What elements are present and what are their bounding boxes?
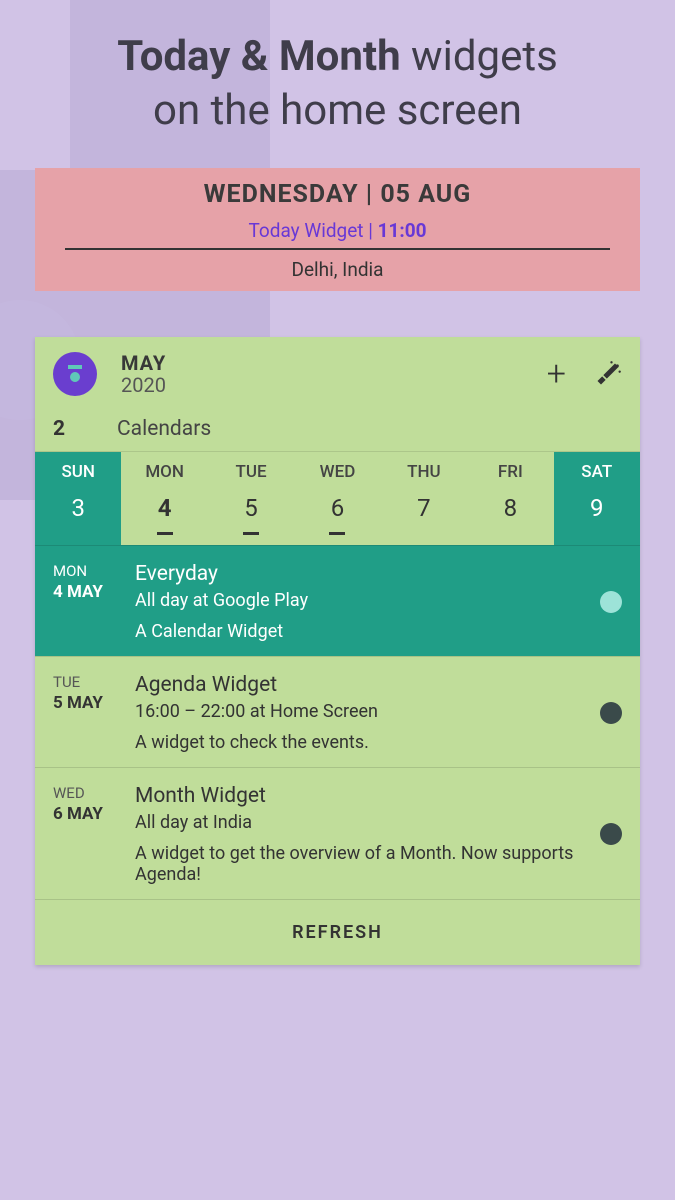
headline: Today & Month widgets on the home screen [0, 0, 675, 148]
day-column[interactable]: SUN 3 [35, 452, 121, 545]
month-title[interactable]: MAY 2020 [121, 351, 547, 397]
headline-light-2: on the home screen [153, 86, 522, 135]
refresh-button[interactable]: REFRESH [35, 899, 640, 965]
event-main: Month Widget All day at India A widget to … [135, 784, 590, 885]
event-date: 4 MAY [53, 582, 135, 602]
headline-bold: Today & Month [117, 32, 400, 81]
calendar-label: Calendars [117, 417, 211, 441]
day-event-indicator [157, 532, 173, 535]
event-row[interactable]: WED 6 MAYMonth Widget All day at India A wi… [35, 767, 640, 899]
day-column[interactable]: MON 4 [121, 452, 207, 545]
event-date-column: TUE 5 MAY [53, 673, 135, 753]
event-row[interactable]: MON 4 MAYEveryday All day at Google Play A … [35, 545, 640, 656]
event-description: A Calendar Widget [135, 621, 590, 642]
divider [65, 248, 610, 250]
event-main: Agenda Widget 16:00 – 22:00 at Home Scree… [135, 673, 590, 753]
day-event-indicator [329, 532, 345, 535]
day-name: SUN [35, 462, 121, 482]
event-title: Month Widget [135, 784, 590, 808]
today-event-label: Today Widget | [248, 219, 377, 242]
day-name: TUE [208, 462, 294, 482]
day-column[interactable]: TUE 5 [208, 452, 294, 545]
today-date: WEDNESDAY | 05 AUG [53, 180, 622, 209]
event-date-column: WED 6 MAY [53, 784, 135, 885]
day-name: FRI [467, 462, 553, 482]
month-year: 2020 [121, 373, 547, 397]
day-number: 4 [121, 494, 207, 522]
event-dow: TUE [53, 673, 135, 691]
today-event-time: 11:00 [378, 219, 427, 242]
headline-light-1: widgets [401, 32, 558, 81]
today-event-row: Today Widget | 11:00 [53, 219, 622, 242]
event-description: A widget to check the events. [135, 732, 590, 753]
event-color-dot [600, 702, 622, 724]
day-column[interactable]: THU 7 [381, 452, 467, 545]
event-subtitle: All day at India [135, 812, 590, 833]
day-number: 5 [208, 494, 294, 522]
month-widget-header: MAY 2020 + [35, 337, 640, 403]
event-dow: MON [53, 562, 135, 580]
day-event-indicator [243, 532, 259, 535]
today-widget[interactable]: WEDNESDAY | 05 AUG Today Widget | 11:00 … [35, 168, 640, 291]
event-date: 6 MAY [53, 804, 135, 824]
plus-icon[interactable]: + [547, 357, 566, 391]
day-column[interactable]: FRI 8 [467, 452, 553, 545]
day-number: 8 [467, 494, 553, 522]
day-column[interactable]: WED 6 [294, 452, 380, 545]
day-number: 3 [35, 494, 121, 522]
event-dow: WED [53, 784, 135, 802]
day-number: 7 [381, 494, 467, 522]
today-location: Delhi, India [53, 258, 622, 281]
event-row[interactable]: TUE 5 MAYAgenda Widget 16:00 – 22:00 at Ho… [35, 656, 640, 767]
day-name: MON [121, 462, 207, 482]
event-description: A widget to get the overview of a Month.… [135, 843, 590, 885]
event-color-dot [600, 591, 622, 613]
event-subtitle: All day at Google Play [135, 590, 590, 611]
wand-icon[interactable] [594, 360, 622, 388]
event-date-column: MON 4 MAY [53, 562, 135, 642]
event-title: Everyday [135, 562, 590, 586]
day-name: WED [294, 462, 380, 482]
events-list: MON 4 MAYEveryday All day at Google Play A … [35, 545, 640, 899]
event-subtitle: 16:00 – 22:00 at Home Screen [135, 701, 590, 722]
day-column[interactable]: SAT 9 [554, 452, 640, 545]
day-number: 9 [554, 494, 640, 522]
event-title: Agenda Widget [135, 673, 590, 697]
event-main: Everyday All day at Google Play A Calendar… [135, 562, 590, 642]
day-number: 6 [294, 494, 380, 522]
month-name: MAY [121, 351, 547, 375]
day-name: THU [381, 462, 467, 482]
app-icon[interactable] [53, 352, 97, 396]
event-date: 5 MAY [53, 693, 135, 713]
calendars-row[interactable]: 2 Calendars [35, 403, 640, 451]
month-widget: MAY 2020 + 2 Calendars SUN3MON4TUE5WED6T… [35, 337, 640, 965]
week-row: SUN 3MON 4TUE 5WED 6THU 7FRI 8SAT 9 [35, 451, 640, 545]
event-color-dot [600, 823, 622, 845]
day-name: SAT [554, 462, 640, 482]
calendar-count: 2 [53, 417, 117, 441]
